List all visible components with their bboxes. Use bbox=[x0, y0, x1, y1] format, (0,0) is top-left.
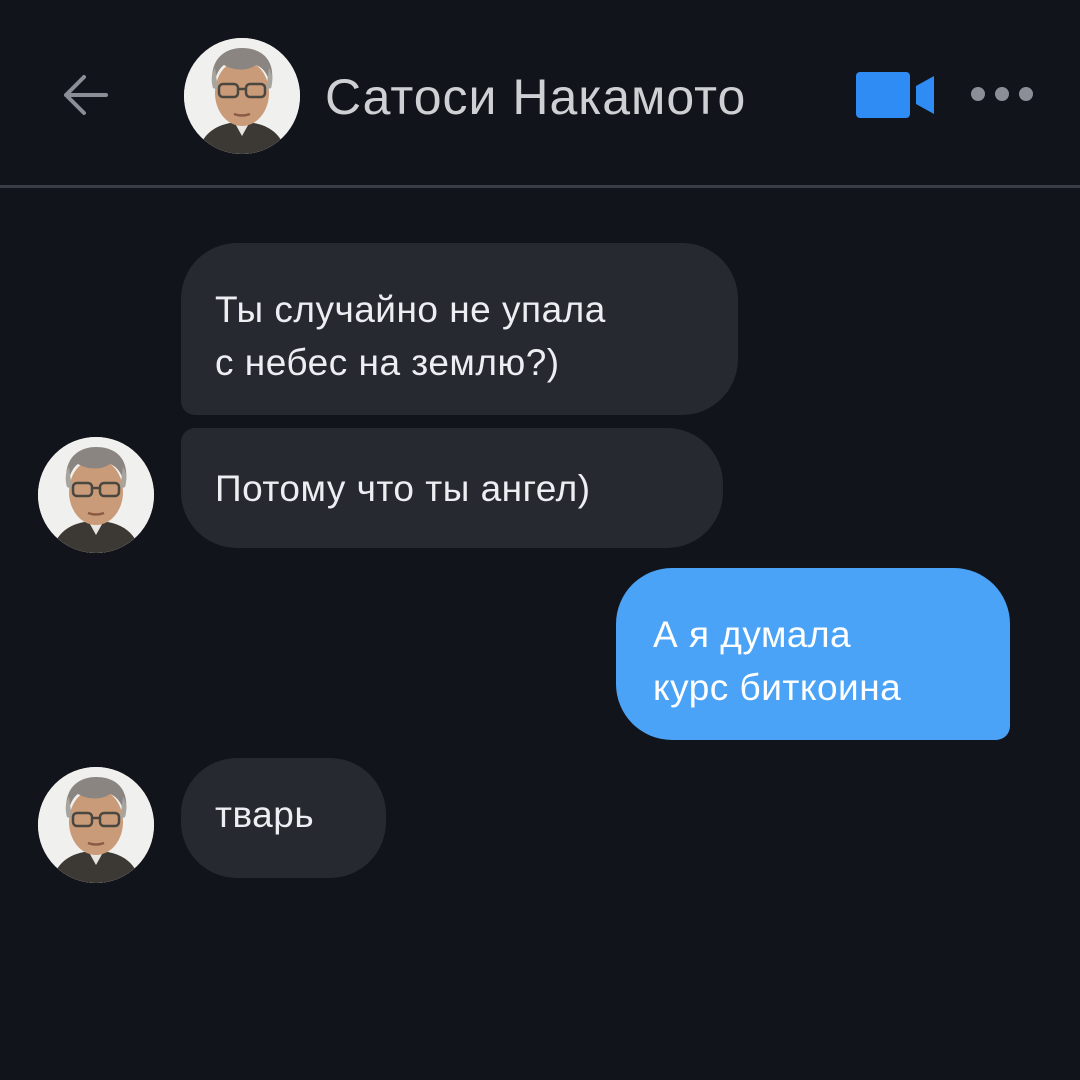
contact-avatar[interactable] bbox=[184, 38, 300, 154]
sender-avatar[interactable] bbox=[38, 767, 154, 883]
back-button[interactable] bbox=[58, 68, 112, 122]
video-camera-icon bbox=[856, 72, 934, 118]
sender-avatar[interactable] bbox=[38, 437, 154, 553]
message-bubble-incoming[interactable]: Ты случайно не упала с небес на землю?) bbox=[181, 243, 738, 415]
arrow-left-icon bbox=[64, 75, 108, 115]
more-dots-icon bbox=[971, 87, 1033, 101]
person-photo-icon bbox=[38, 437, 154, 553]
contact-name[interactable]: Сатоси Накамото bbox=[325, 62, 746, 132]
more-options-button[interactable] bbox=[968, 76, 1036, 112]
message-bubble-incoming[interactable]: Потому что ты ангел) bbox=[181, 428, 723, 548]
video-call-button[interactable] bbox=[854, 70, 938, 120]
chat-header: Сатоси Накамото bbox=[0, 0, 1080, 188]
person-photo-icon bbox=[38, 767, 154, 883]
message-bubble-incoming[interactable]: тварь bbox=[181, 758, 386, 878]
person-photo-icon bbox=[184, 38, 300, 154]
message-bubble-outgoing[interactable]: А я думала курс биткоина bbox=[616, 568, 1010, 740]
